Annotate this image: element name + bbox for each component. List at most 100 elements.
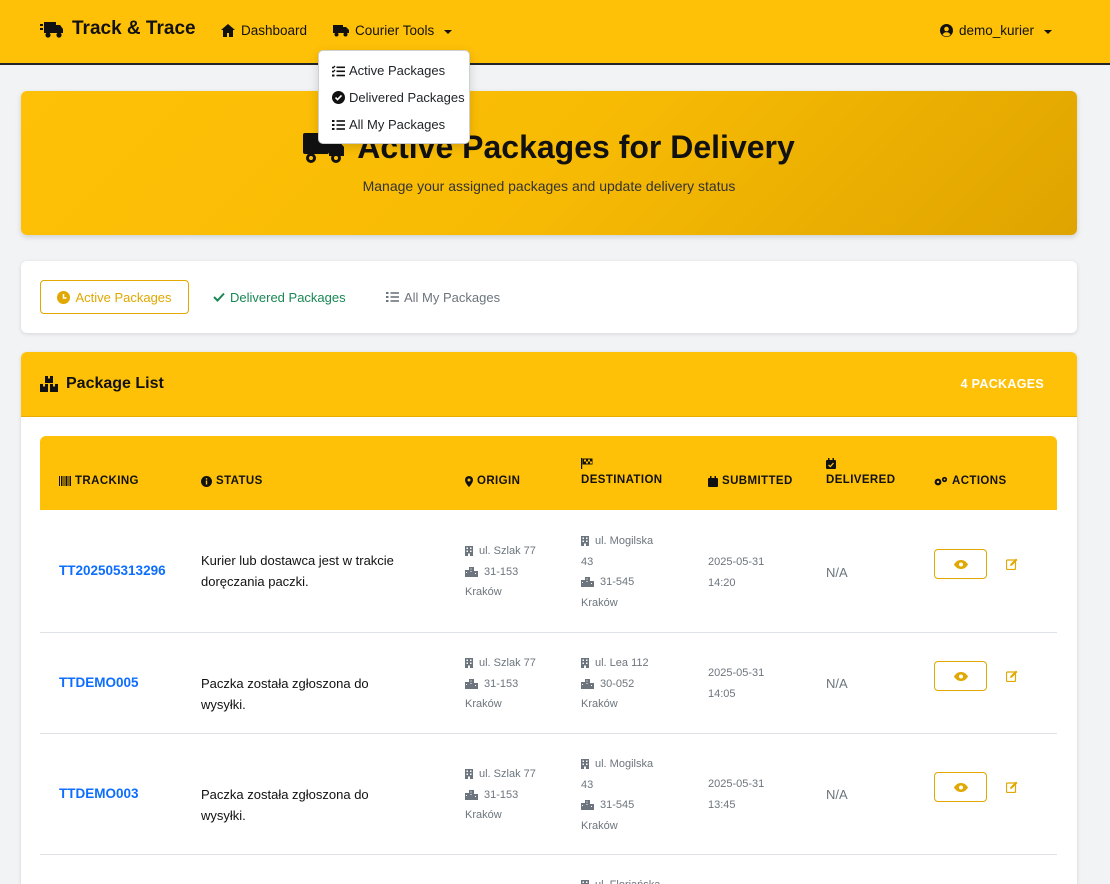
column-header-actions[interactable]: ACTIONS bbox=[934, 475, 1007, 487]
city-icon bbox=[465, 566, 478, 577]
edit-package-button[interactable] bbox=[1004, 779, 1020, 795]
destination-address: ul. Mogilska 43 31-545 Kraków bbox=[581, 531, 653, 613]
building-icon bbox=[581, 759, 589, 770]
eye-icon bbox=[953, 559, 968, 569]
caret-down-icon bbox=[1044, 29, 1053, 34]
submitted-date: 2025-05-31 bbox=[708, 667, 765, 679]
origin-city: Kraków bbox=[465, 698, 502, 710]
origin-street: ul. Szlak 77 bbox=[479, 768, 536, 780]
truck-icon bbox=[333, 24, 349, 37]
calendar-check-icon bbox=[826, 458, 895, 469]
calendar-icon bbox=[708, 475, 718, 487]
top-navbar: Track & Trace Dashboard Courier Tools de… bbox=[0, 0, 1110, 65]
city-icon bbox=[581, 577, 594, 588]
filter-label: Delivered Packages bbox=[230, 289, 346, 305]
table-header: TRACKING STATUS ORIGIN DESTINATION SUBMI… bbox=[40, 436, 1057, 510]
nav-courier-tools[interactable]: Courier Tools bbox=[333, 23, 453, 38]
list-icon bbox=[332, 119, 345, 131]
origin-postal: 31-153 bbox=[484, 788, 519, 801]
table-row: TTDEMO005 Paczka została zgłoszona do wy… bbox=[40, 633, 1057, 734]
destination-street: ul. Mogilska bbox=[595, 758, 654, 770]
barcode-icon bbox=[59, 476, 71, 486]
status-text: Paczka została zgłoszona do wysyłki. bbox=[201, 787, 369, 823]
origin-address: ul. Szlak 77 31-153 Kraków bbox=[465, 541, 536, 603]
dropdown-item-delivered-packages[interactable]: Delivered Packages bbox=[319, 84, 469, 111]
dropdown-item-label: All My Packages bbox=[349, 117, 446, 132]
package-list-title-text: Package List bbox=[66, 375, 164, 392]
building-icon bbox=[581, 880, 589, 884]
username-label: demo_kurier bbox=[959, 23, 1035, 38]
page-title: Active Packages for Delivery bbox=[21, 129, 1077, 166]
column-header-label: ACTIONS bbox=[952, 475, 1007, 487]
column-header-origin[interactable]: ORIGIN bbox=[465, 475, 520, 487]
column-header-tracking[interactable]: TRACKING bbox=[59, 475, 139, 487]
edit-package-button[interactable] bbox=[1004, 556, 1020, 572]
destination-address: ul. Floriańska bbox=[581, 875, 660, 884]
package-list-card: Package List 4 PACKAGES TRACKING STATUS … bbox=[21, 352, 1077, 884]
eye-icon bbox=[953, 671, 968, 681]
dropdown-item-all-packages[interactable]: All My Packages bbox=[319, 111, 469, 138]
hero-banner: Active Packages for Delivery Manage your… bbox=[21, 91, 1077, 235]
check-icon bbox=[213, 292, 225, 302]
package-list-header: Package List 4 PACKAGES bbox=[21, 352, 1077, 417]
edit-icon bbox=[1006, 670, 1018, 682]
edit-icon bbox=[1006, 558, 1018, 570]
building-icon bbox=[581, 658, 589, 669]
view-package-button[interactable] bbox=[934, 772, 987, 802]
destination-address: ul. Mogilska 43 31-545 Kraków bbox=[581, 754, 653, 836]
status-text: Paczka została zgłoszona do wysyłki. bbox=[201, 676, 369, 712]
origin-street: ul. Szlak 77 bbox=[479, 545, 536, 557]
destination-postal: 31-545 bbox=[600, 576, 635, 588]
brand-name: Track & Trace bbox=[72, 18, 196, 39]
column-header-delivered[interactable]: DELIVERED bbox=[826, 458, 895, 486]
column-header-submitted[interactable]: SUBMITTED bbox=[708, 475, 793, 487]
origin-city: Kraków bbox=[465, 586, 502, 598]
city-icon bbox=[465, 789, 478, 800]
building-icon bbox=[465, 658, 473, 669]
list-check-icon bbox=[332, 65, 345, 77]
dropdown-item-active-packages[interactable]: Active Packages bbox=[319, 57, 469, 84]
column-header-label: ORIGIN bbox=[477, 475, 521, 487]
column-header-label: DESTINATION bbox=[581, 474, 663, 486]
view-package-button[interactable] bbox=[934, 661, 987, 691]
table-row: TT202505313296 Kurier lub dostawca jest … bbox=[40, 510, 1057, 633]
nav-dashboard[interactable]: Dashboard bbox=[221, 23, 307, 38]
destination-city: Kraków bbox=[581, 596, 618, 609]
destination-address: ul. Lea 112 30-052 Kraków bbox=[581, 653, 649, 715]
boxes-icon bbox=[40, 376, 58, 392]
package-list-title: Package List bbox=[40, 375, 164, 393]
tracking-number-link[interactable]: TTDEMO003 bbox=[59, 786, 139, 801]
origin-postal: 31-153 bbox=[484, 565, 519, 578]
submitted-datetime: 2025-05-31 14:20 bbox=[708, 552, 764, 593]
destination-city: Kraków bbox=[581, 698, 618, 710]
table-row: ul. Floriańska bbox=[40, 855, 1057, 884]
tracking-number-link[interactable]: TTDEMO005 bbox=[59, 675, 139, 690]
filter-delivered-packages[interactable]: Delivered Packages bbox=[213, 280, 346, 314]
tracking-number-link[interactable]: TT202505313296 bbox=[59, 563, 166, 578]
edit-package-button[interactable] bbox=[1004, 668, 1020, 684]
building-icon bbox=[465, 546, 473, 557]
home-icon bbox=[221, 24, 235, 37]
filter-label: Active Packages bbox=[75, 289, 172, 305]
user-menu[interactable]: demo_kurier bbox=[940, 23, 1053, 38]
column-header-status[interactable]: STATUS bbox=[201, 475, 263, 487]
delivered-value: N/A bbox=[826, 676, 848, 691]
list-icon bbox=[386, 291, 399, 303]
dropdown-item-label: Active Packages bbox=[349, 63, 446, 78]
origin-address: ul. Szlak 77 31-153 Kraków bbox=[465, 653, 536, 715]
brand-logo[interactable]: Track & Trace bbox=[40, 18, 196, 40]
filter-active-packages[interactable]: Active Packages bbox=[40, 280, 189, 314]
submitted-time: 14:05 bbox=[708, 687, 736, 700]
column-header-destination[interactable]: DESTINATION bbox=[581, 458, 663, 486]
filter-label: All My Packages bbox=[404, 289, 501, 305]
submitted-time: 13:45 bbox=[708, 798, 736, 811]
courier-tools-dropdown: Active Packages Delivered Packages All M… bbox=[318, 50, 470, 144]
origin-postal: 31-153 bbox=[484, 677, 519, 690]
dropdown-item-label: Delivered Packages bbox=[349, 90, 465, 105]
view-package-button[interactable] bbox=[934, 549, 987, 579]
destination-street-number: 43 bbox=[581, 778, 594, 791]
cogs-icon bbox=[934, 476, 948, 487]
column-header-label: DELIVERED bbox=[826, 474, 896, 486]
filter-all-packages[interactable]: All My Packages bbox=[386, 280, 500, 314]
destination-postal: 30-052 bbox=[600, 677, 635, 690]
